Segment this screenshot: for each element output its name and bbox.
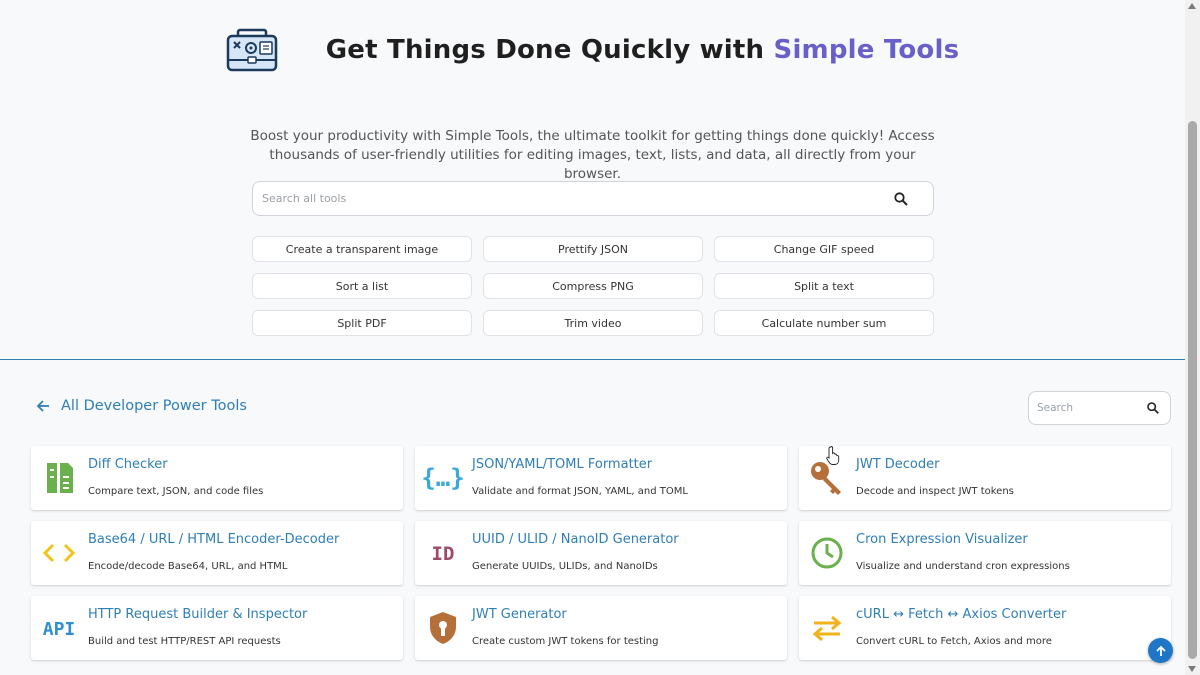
quick-links: Create a transparent image Prettify JSON… [252, 236, 934, 336]
key-icon [811, 462, 841, 495]
tool-card-diff-checker[interactable]: Diff Checker Compare text, JSON, and cod… [31, 446, 403, 510]
title-main-text: Get Things Done Quickly with [325, 35, 774, 65]
tool-card-curl-converter[interactable]: cURL ↔ Fetch ↔ Axios Converter Convert c… [799, 596, 1171, 660]
quick-link[interactable]: Split PDF [252, 310, 472, 336]
tool-description: Convert cURL to Fetch, Axios and more [856, 636, 1052, 647]
tool-description: Create custom JWT tokens for testing [472, 636, 659, 647]
section-header: All Developer Power Tools [36, 398, 247, 414]
tool-card-cron-visualizer[interactable]: Cron Expression Visualizer Visualize and… [799, 521, 1171, 585]
section-search [1028, 391, 1171, 425]
swap-arrows-icon [812, 615, 842, 642]
tool-card-json-formatter[interactable]: {…} JSON/YAML/TOML Formatter Validate an… [415, 446, 787, 510]
quick-link[interactable]: Compress PNG [483, 273, 703, 299]
tool-description: Build and test HTTP/REST API requests [88, 636, 281, 647]
tool-description: Decode and inspect JWT tokens [856, 486, 1014, 497]
tool-name[interactable]: Cron Expression Visualizer [856, 532, 1028, 547]
section-title[interactable]: All Developer Power Tools [61, 398, 247, 414]
tool-card-uuid-generator[interactable]: ID UUID / ULID / NanoID Generator Genera… [415, 521, 787, 585]
diff-icon [47, 463, 73, 493]
page: Get Things Done Quickly with Simple Tool… [0, 0, 1185, 675]
shield-keyhole-icon [430, 612, 456, 644]
curly-braces-icon: {…} [423, 464, 463, 492]
tool-name[interactable]: UUID / ULID / NanoID Generator [472, 532, 679, 547]
section-search-input[interactable] [1029, 392, 1146, 424]
hero-header: Get Things Done Quickly with Simple Tool… [0, 26, 1185, 74]
search-all-tools [252, 181, 934, 216]
tool-description: Generate UUIDs, ULIDs, and NanoIDs [472, 561, 658, 572]
tool-card-jwt-generator[interactable]: JWT Generator Create custom JWT tokens f… [415, 596, 787, 660]
quick-link[interactable]: Split a text [714, 273, 934, 299]
tool-description: Compare text, JSON, and code files [88, 486, 264, 497]
quick-link[interactable]: Trim video [483, 310, 703, 336]
toolbox-icon [226, 28, 277, 72]
quick-link[interactable]: Sort a list [252, 273, 472, 299]
quick-link[interactable]: Create a transparent image [252, 236, 472, 262]
tool-description: Validate and format JSON, YAML, and TOML [472, 486, 688, 497]
code-brackets-icon [42, 543, 76, 563]
tools-grid: Diff Checker Compare text, JSON, and cod… [31, 446, 1171, 660]
id-icon: ID [432, 543, 455, 565]
tool-name[interactable]: Base64 / URL / HTML Encoder-Decoder [88, 532, 339, 547]
vertical-scrollbar[interactable] [1185, 0, 1200, 675]
title-accent-text: Simple Tools [773, 35, 960, 65]
tool-card-jwt-decoder[interactable]: JWT Decoder Decode and inspect JWT token… [799, 446, 1171, 510]
quick-link[interactable]: Prettify JSON [483, 236, 703, 262]
arrow-left-icon[interactable] [36, 399, 50, 413]
section-divider [0, 359, 1185, 360]
hand-cursor-icon [826, 446, 840, 465]
scroll-to-top-button[interactable] [1148, 638, 1173, 663]
svg-text:API: API [43, 619, 76, 640]
scroll-down-arrow-icon[interactable] [1188, 666, 1196, 672]
tool-name[interactable]: Diff Checker [88, 457, 168, 472]
api-icon: API [43, 619, 76, 640]
tool-name[interactable]: JWT Decoder [856, 457, 939, 472]
tool-card-base64-encoder[interactable]: Base64 / URL / HTML Encoder-Decoder Enco… [31, 521, 403, 585]
tool-name[interactable]: cURL ↔ Fetch ↔ Axios Converter [856, 607, 1066, 622]
tool-card-http-request-builder[interactable]: API HTTP Request Builder & Inspector Bui… [31, 596, 403, 660]
hero-description: Boost your productivity with Simple Tool… [250, 128, 935, 182]
scroll-up-arrow-icon[interactable] [1188, 3, 1196, 9]
tool-name[interactable]: JWT Generator [472, 607, 567, 622]
svg-text:ID: ID [432, 543, 455, 565]
quick-link[interactable]: Change GIF speed [714, 236, 934, 262]
tool-description: Encode/decode Base64, URL, and HTML [88, 561, 288, 572]
clock-icon [811, 537, 843, 569]
arrow-up-icon [1155, 645, 1166, 656]
tool-name[interactable]: JSON/YAML/TOML Formatter [472, 457, 652, 472]
tool-description: Visualize and understand cron expression… [856, 561, 1070, 572]
tool-name[interactable]: HTTP Request Builder & Inspector [88, 607, 307, 622]
search-input[interactable] [253, 182, 893, 215]
svg-text:{…}: {…} [423, 464, 463, 492]
page-title: Get Things Done Quickly with Simple Tool… [326, 35, 960, 65]
quick-link[interactable]: Calculate number sum [714, 310, 934, 336]
scrollbar-thumb[interactable] [1188, 121, 1197, 659]
search-icon[interactable] [1146, 401, 1160, 415]
search-icon[interactable] [893, 191, 909, 207]
